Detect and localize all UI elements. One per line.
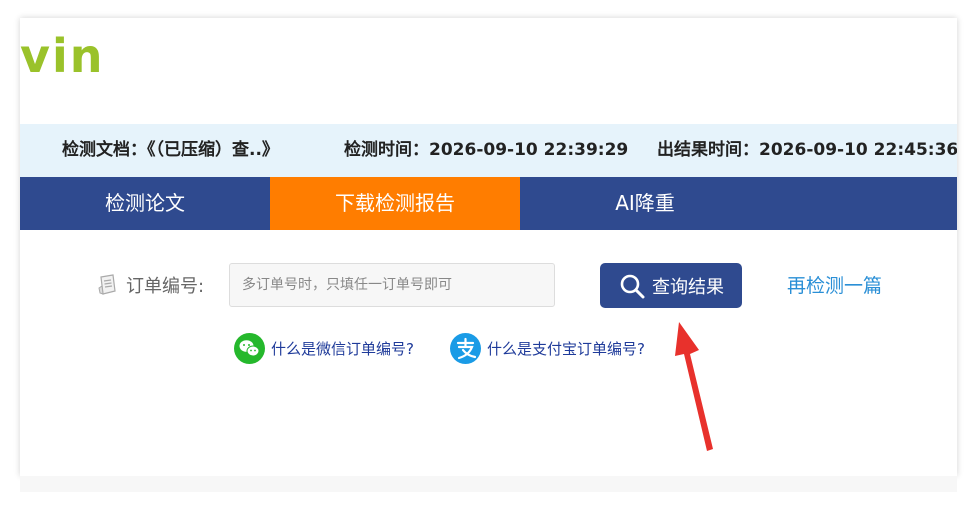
tab-download-report[interactable]: 下载检测报告 — [270, 177, 520, 230]
document-name: 检测文档：《（已压缩）查..》 — [62, 140, 279, 160]
logo: vin — [20, 29, 105, 83]
report-card: vin 检测文档：《（已压缩）查..》 检测时间：2026-09-10 22:3… — [20, 18, 957, 476]
info-bar: 检测文档：《（已压缩）查..》 检测时间：2026-09-10 22:39:29… — [20, 124, 957, 177]
tab-check-paper[interactable]: 检测论文 — [20, 177, 270, 230]
search-icon — [620, 274, 645, 298]
recheck-link[interactable]: 再检测一篇 — [787, 271, 882, 301]
query-result-label: 查询结果 — [652, 276, 724, 298]
bottom-strip — [20, 476, 957, 492]
document-icon — [98, 274, 116, 295]
result-time: 出结果时间：2026-09-10 22:45:36 — [657, 140, 957, 160]
wechat-order-help-link[interactable]: 什么是微信订单编号? — [234, 332, 414, 364]
order-label-text: 订单编号: — [126, 276, 205, 297]
check-time: 检测时间：2026-09-10 22:39:29 — [344, 140, 629, 160]
wechat-icon — [234, 332, 265, 364]
order-label: 订单编号: — [96, 270, 204, 300]
tab-ai-rewrite[interactable]: AI降重 — [520, 177, 770, 230]
query-result-button[interactable]: 查询结果 — [600, 263, 742, 308]
alipay-order-help-link[interactable]: 什么是支付宝订单编号? — [450, 332, 645, 364]
alipay-order-help-text: 什么是支付宝订单编号? — [487, 339, 645, 358]
tab-bar: 检测论文 下载检测报告 AI降重 — [20, 177, 957, 230]
order-number-input[interactable] — [229, 263, 555, 307]
alipay-icon — [450, 332, 481, 364]
wechat-order-help-text: 什么是微信订单编号? — [271, 339, 414, 358]
